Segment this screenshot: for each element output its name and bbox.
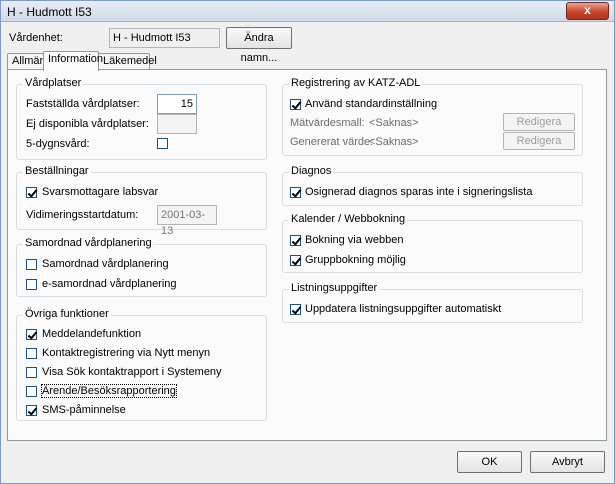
group-ovriga: Övriga funktioner Meddelandefunktion Kon… <box>16 308 267 421</box>
group-title-listning: Listningsuppgifter <box>289 282 380 294</box>
katz-generated-label: Genererat värde: <box>290 136 374 148</box>
samordnad-label: Samordnad vårdplanering <box>42 258 169 270</box>
group-katz: Registrering av KATZ-ADL Använd standard… <box>282 77 583 156</box>
vidimering-date-field: 2001-03-13 <box>157 205 217 237</box>
unavailable-beds-label: Ej disponibla vårdplatser: <box>26 118 149 130</box>
dialog-window: H - Hudmott I53 x Vårdenhet: H - Hudmott… <box>0 0 615 484</box>
diagnos-label: Osignerad diagnos sparas inte i signerin… <box>305 186 533 198</box>
group-title-bestallningar: Beställningar <box>23 165 91 177</box>
listning-checkbox[interactable] <box>290 304 301 315</box>
katz-standard-label: Använd standardinställning <box>305 98 438 110</box>
fixed-beds-label: Fastställda vårdplatser: <box>26 98 140 110</box>
diagnos-checkbox[interactable] <box>290 187 301 198</box>
kontaktregistrering-checkbox[interactable] <box>26 348 37 359</box>
katz-generated-value: <Saknas> <box>369 136 419 148</box>
group-vardplatser: Vårdplatser Fastställda vårdplatser: 15 … <box>16 77 267 160</box>
webbokning-checkbox[interactable] <box>290 235 301 246</box>
unavailable-beds-input <box>157 114 197 134</box>
samordnad-checkbox[interactable] <box>26 259 37 270</box>
group-listning: Listningsuppgifter Uppdatera listningsup… <box>282 282 583 323</box>
lab-reply-label: Svarsmottagare labsvar <box>42 186 159 198</box>
group-samordnad: Samordnad vårdplanering Samordnad vårdpl… <box>16 237 267 297</box>
e-samordnad-checkbox[interactable] <box>26 279 37 290</box>
close-button[interactable]: x <box>566 2 609 20</box>
group-kalender: Kalender / Webbokning Bokning via webben… <box>282 213 583 273</box>
gruppbokning-checkbox[interactable] <box>290 255 301 266</box>
information-panel: Vårdplatser Fastställda vårdplatser: 15 … <box>7 69 607 441</box>
arende-label: Ärende/Besöksrapportering <box>41 384 177 398</box>
group-title-kalender: Kalender / Webbokning <box>289 213 408 225</box>
e-samordnad-label: e-samordnad vårdplanering <box>42 278 177 290</box>
title-bar[interactable]: H - Hudmott I53 x <box>1 1 614 22</box>
ok-button[interactable]: OK <box>457 451 522 473</box>
fixed-beds-input[interactable]: 15 <box>157 94 197 114</box>
arende-checkbox[interactable] <box>26 386 37 397</box>
kontaktregistrering-label: Kontaktregistrering via Nytt menyn <box>42 347 211 359</box>
sms-label: SMS-påminnelse <box>42 404 126 416</box>
group-title-samordnad: Samordnad vårdplanering <box>23 237 154 249</box>
webbokning-label: Bokning via webben <box>305 234 404 246</box>
tab-information[interactable]: Information <box>43 51 103 71</box>
change-name-button[interactable]: Ändra namn... <box>226 27 292 64</box>
vidimering-date-label: Vidimeringsstartdatum: <box>26 209 139 221</box>
katz-template-value: <Saknas> <box>369 117 419 129</box>
group-bestallningar: Beställningar Svarsmottagare labsvar Vid… <box>16 165 267 237</box>
five-day-label: 5-dygnsvård: <box>26 138 90 150</box>
meddelande-label: Meddelandefunktion <box>42 328 142 340</box>
tab-allmant[interactable]: Allmänt <box>7 53 49 70</box>
close-icon: x <box>584 3 591 17</box>
meddelande-checkbox[interactable] <box>26 329 37 340</box>
group-title-katz: Registrering av KATZ-ADL <box>289 77 423 89</box>
unit-field: H - Hudmott I53 <box>109 28 220 48</box>
katz-edit-button-2[interactable]: Redigera <box>503 132 575 150</box>
gruppbokning-label: Gruppbokning möjlig <box>305 254 406 266</box>
sms-checkbox[interactable] <box>26 405 37 416</box>
listning-label: Uppdatera listningsuppgifter automatiskt <box>305 303 502 315</box>
lab-reply-checkbox[interactable] <box>26 187 37 198</box>
unit-label: Vårdenhet: <box>9 32 63 44</box>
group-title-ovriga: Övriga funktioner <box>23 308 111 320</box>
katz-standard-checkbox[interactable] <box>290 99 301 110</box>
window-title: H - Hudmott I53 <box>7 5 92 19</box>
katz-template-label: Mätvärdesmall: <box>290 117 365 129</box>
sok-kontaktrapport-checkbox[interactable] <box>26 367 37 378</box>
sok-kontaktrapport-label: Visa Sök kontaktrapport i Systemeny <box>42 366 222 378</box>
group-diagnos: Diagnos Osignerad diagnos sparas inte i … <box>282 165 583 206</box>
group-title-diagnos: Diagnos <box>289 165 334 177</box>
katz-edit-button-1[interactable]: Redigera <box>503 113 575 131</box>
five-day-checkbox[interactable] <box>157 138 168 149</box>
cancel-button[interactable]: Avbryt <box>530 451 605 473</box>
tab-lakemedel[interactable]: Läkemedel <box>98 53 157 70</box>
group-title-vardplatser: Vårdplatser <box>23 77 84 89</box>
